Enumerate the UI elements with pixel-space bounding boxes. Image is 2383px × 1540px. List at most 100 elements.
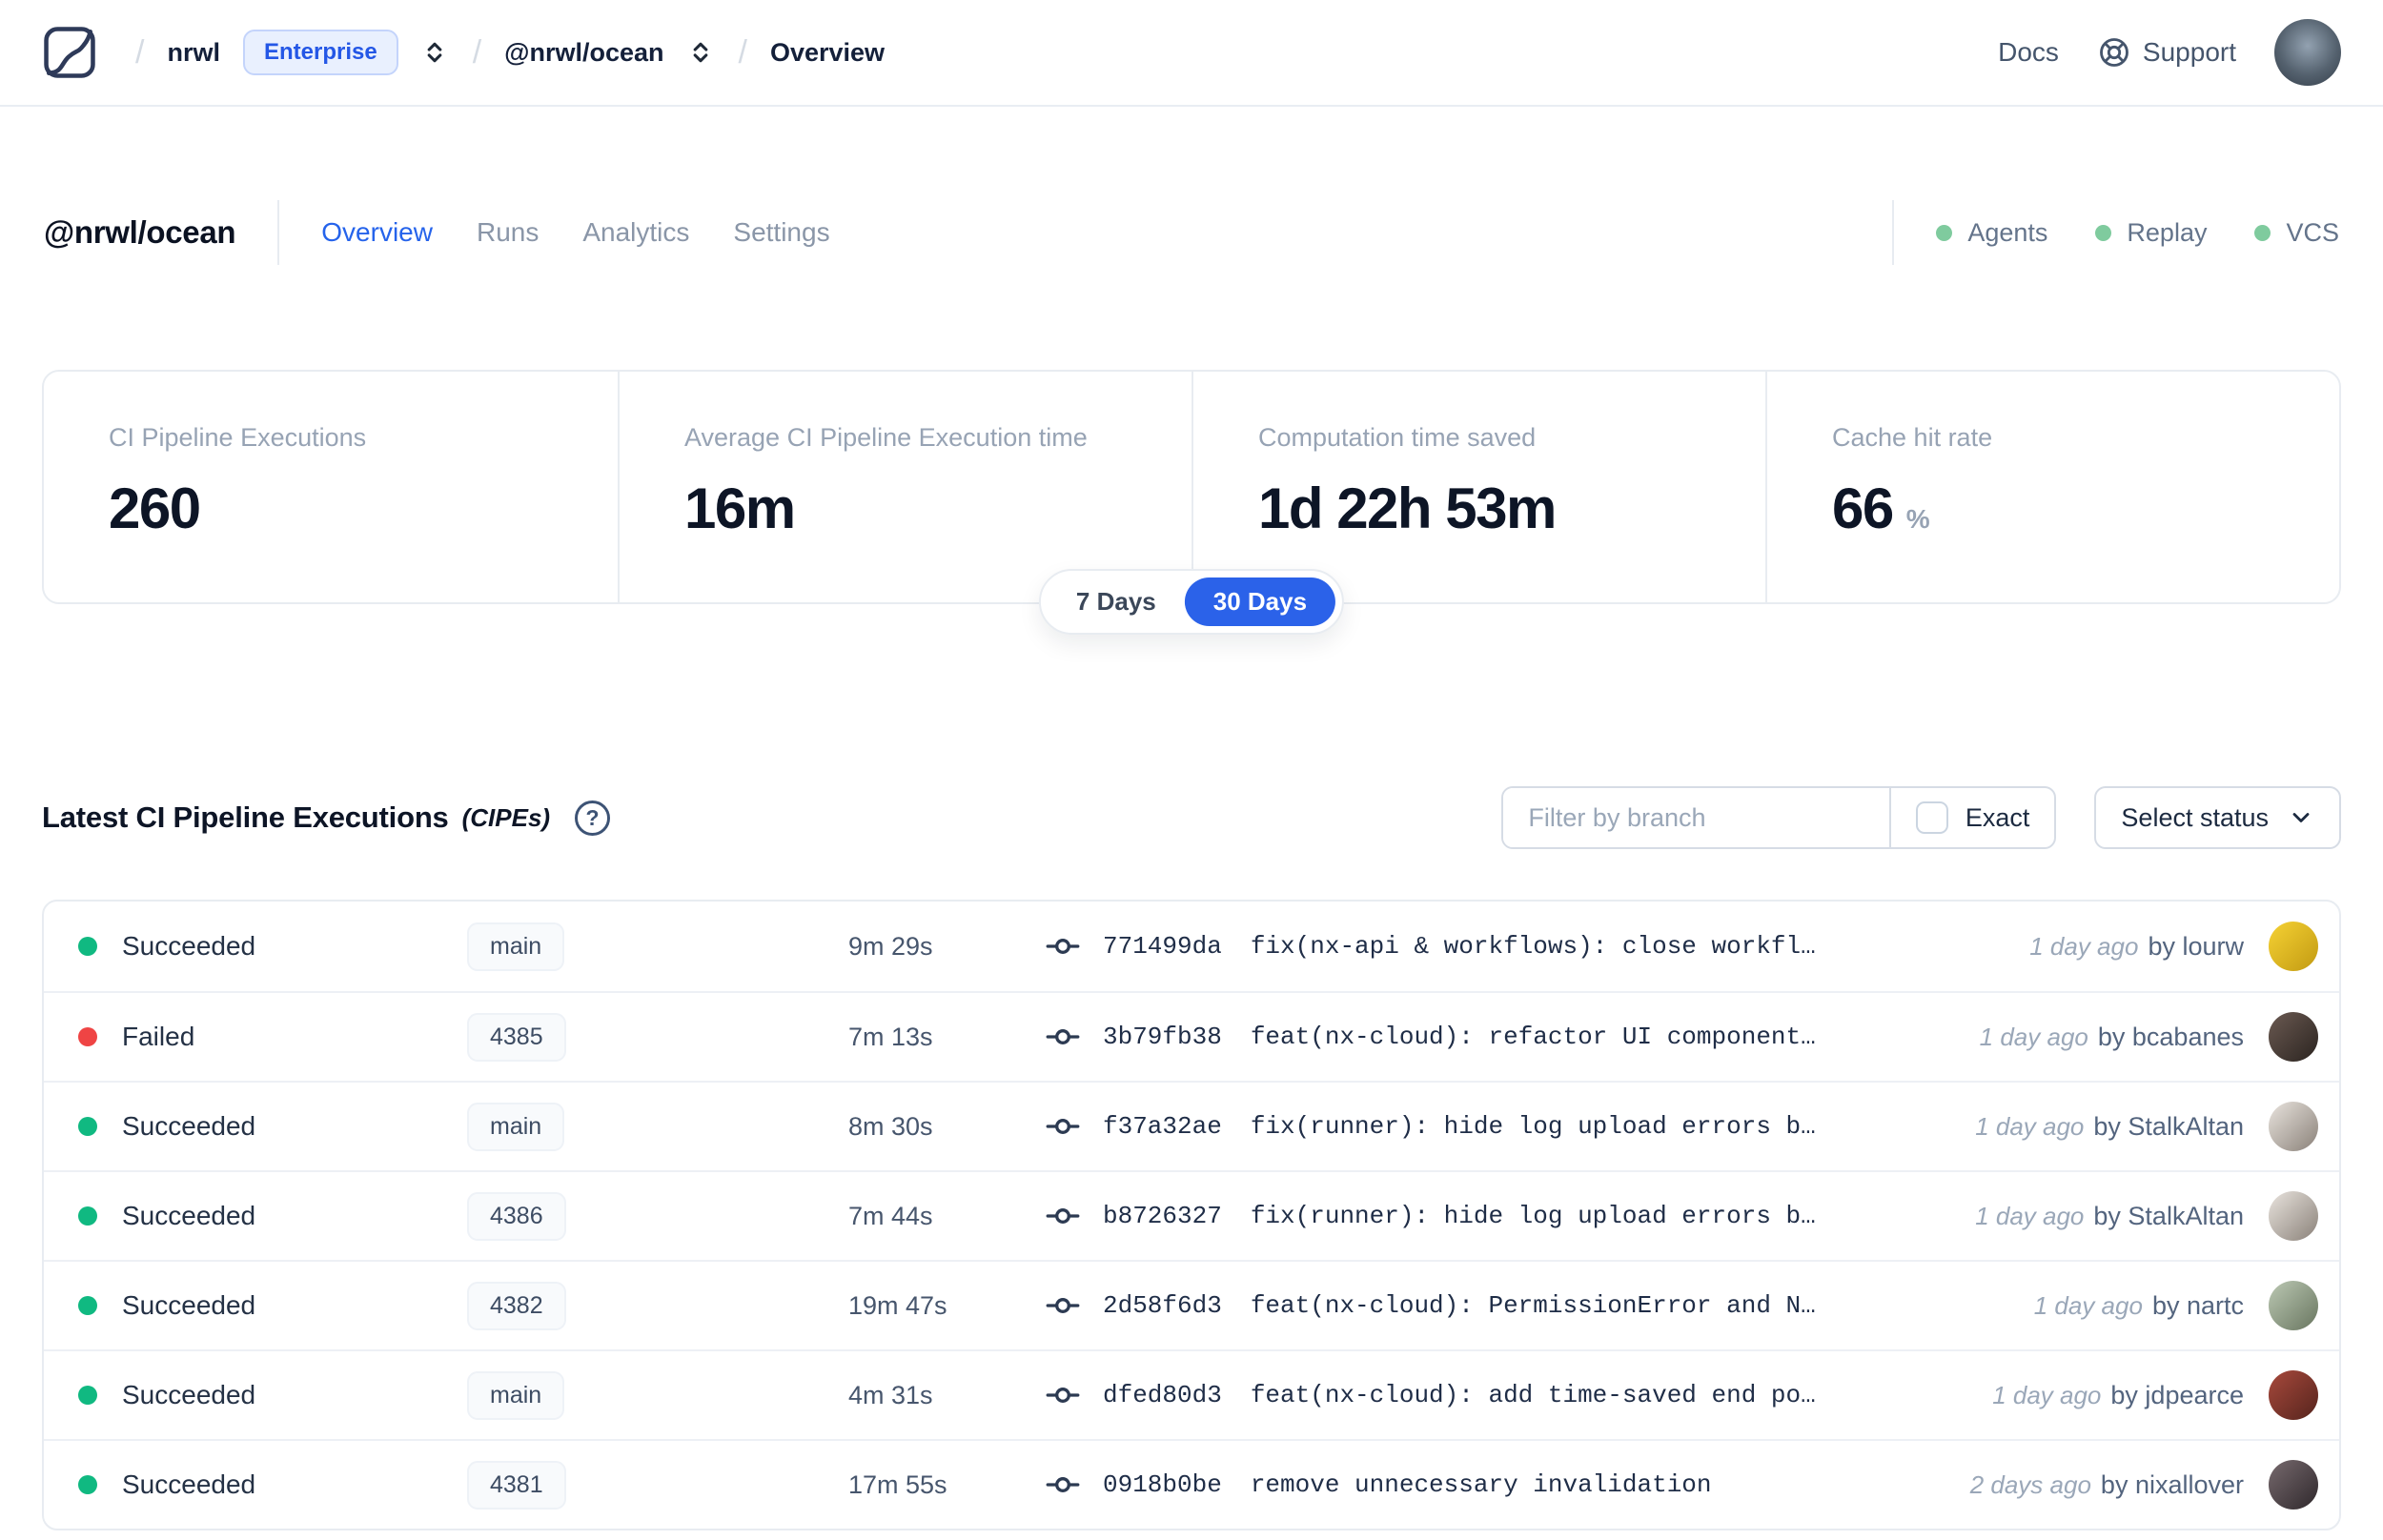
- workspace-switcher-chevrons-icon[interactable]: [687, 36, 716, 69]
- run-time-ago: 1 day ago: [1975, 1201, 2085, 1230]
- branch-badge[interactable]: 4381: [467, 1460, 566, 1510]
- branch-badge[interactable]: main: [467, 1370, 565, 1420]
- cipe-table-row[interactable]: Failed 4385 7m 13s 3b79fb38 feat(nx-clou…: [44, 991, 2339, 1081]
- nx-cloud-logo-icon[interactable]: [42, 25, 97, 80]
- chevron-down-icon: [2292, 813, 2310, 822]
- stat-ci-pipeline-executions: CI Pipeline Executions 260: [109, 423, 367, 540]
- commit-message: fix(runner): hide log upload errors b…: [1250, 1112, 1816, 1141]
- select-status-dropdown[interactable]: Select status: [2094, 786, 2341, 849]
- status-dot-icon: [2095, 224, 2112, 241]
- commit-message: fix(nx-api & workflows): close workfl…: [1250, 932, 1816, 961]
- author-avatar: [2269, 1102, 2318, 1151]
- git-commit-icon: [1046, 1109, 1080, 1144]
- commit-info[interactable]: 771499da fix(nx-api & workflows): close …: [1046, 929, 2029, 963]
- commit-message: fix(runner): hide log upload errors b…: [1250, 1202, 1816, 1230]
- run-author: by bcabanes: [2097, 1022, 2244, 1051]
- commit-message: feat(nx-cloud): refactor UI component…: [1250, 1023, 1816, 1051]
- commit-hash: 3b79fb38: [1103, 1023, 1222, 1051]
- run-status-dot-icon: [78, 1386, 97, 1405]
- run-duration: 19m 47s: [848, 1290, 947, 1320]
- run-status-label: Succeeded: [122, 1290, 256, 1320]
- commit-hash: 771499da: [1103, 932, 1222, 961]
- run-status-dot-icon: [78, 1117, 97, 1136]
- commit-hash: b8726327: [1103, 1202, 1222, 1230]
- author-avatar: [2269, 1281, 2318, 1330]
- service-vcs[interactable]: VCS: [2254, 218, 2339, 248]
- stat-computation-time-saved: Computation time saved 1d 22h 53m: [1192, 372, 1765, 602]
- commit-hash: dfed80d3: [1103, 1381, 1222, 1409]
- branch-filter-input[interactable]: [1503, 788, 1889, 847]
- author-avatar: [2269, 1191, 2318, 1241]
- support-label: Support: [2142, 37, 2236, 67]
- range-7-days-button[interactable]: 7 Days: [1048, 578, 1185, 626]
- tab-runs[interactable]: Runs: [477, 217, 539, 248]
- cipe-table-row[interactable]: Succeeded main 4m 31s dfed80d3 feat(nx-c…: [44, 1349, 2339, 1439]
- exact-match-option: Exact: [1888, 788, 2055, 847]
- user-avatar[interactable]: [2274, 19, 2341, 86]
- run-duration: 8m 30s: [848, 1111, 933, 1141]
- docs-link[interactable]: Docs: [1998, 37, 2059, 68]
- exact-checkbox[interactable]: [1915, 801, 1948, 834]
- branch-badge[interactable]: 4386: [467, 1191, 566, 1241]
- service-replay[interactable]: Replay: [2095, 218, 2207, 248]
- commit-info[interactable]: 3b79fb38 feat(nx-cloud): refactor UI com…: [1046, 1020, 1980, 1054]
- breadcrumb: / nrwl Enterprise / @nrwl/ocean / Overvi…: [135, 30, 885, 75]
- git-commit-icon: [1046, 1020, 1080, 1054]
- top-navigation-bar: / nrwl Enterprise / @nrwl/ocean / Overvi…: [0, 0, 2383, 107]
- run-time-ago: 1 day ago: [2033, 1290, 2143, 1320]
- run-author: by nixallover: [2100, 1469, 2244, 1499]
- section-title: Latest CI Pipeline Executions: [42, 800, 449, 834]
- commit-message: remove unnecessary invalidation: [1250, 1470, 1712, 1499]
- workspace-tabs: Overview Runs Analytics Settings: [321, 217, 829, 248]
- cipe-table: Succeeded main 9m 29s 771499da fix(nx-ap…: [42, 900, 2341, 1530]
- run-author: by StalkAltan: [2093, 1201, 2244, 1230]
- run-time-ago: 1 day ago: [1979, 1022, 2088, 1051]
- branch-badge[interactable]: 4385: [467, 1012, 566, 1062]
- git-commit-icon: [1046, 1468, 1080, 1502]
- cipe-section-header: Latest CI Pipeline Executions (CIPEs) ? …: [42, 783, 2341, 852]
- cipe-table-row[interactable]: Succeeded 4386 7m 44s b8726327 fix(runne…: [44, 1170, 2339, 1260]
- service-agents[interactable]: Agents: [1936, 218, 2047, 248]
- tab-settings[interactable]: Settings: [733, 217, 829, 248]
- commit-hash: 0918b0be: [1103, 1470, 1222, 1499]
- run-duration: 7m 44s: [848, 1201, 933, 1230]
- commit-hash: 2d58f6d3: [1103, 1291, 1222, 1320]
- service-status-group: Agents Replay VCS: [1936, 218, 2339, 248]
- breadcrumb-org[interactable]: nrwl: [167, 38, 220, 68]
- git-commit-icon: [1046, 1199, 1080, 1233]
- cipe-table-row[interactable]: Succeeded main 8m 30s f37a32ae fix(runne…: [44, 1081, 2339, 1170]
- branch-badge[interactable]: main: [467, 922, 565, 971]
- breadcrumb-workspace[interactable]: @nrwl/ocean: [504, 38, 663, 68]
- run-duration: 7m 13s: [848, 1022, 933, 1051]
- author-avatar: [2269, 922, 2318, 971]
- tab-overview[interactable]: Overview: [321, 217, 433, 248]
- branch-badge[interactable]: 4382: [467, 1281, 566, 1330]
- support-link[interactable]: Support: [2097, 35, 2236, 70]
- run-status-label: Succeeded: [122, 1380, 256, 1409]
- run-status-label: Failed: [122, 1022, 195, 1051]
- range-30-days-button[interactable]: 30 Days: [1184, 578, 1336, 626]
- run-author: by jdpearce: [2110, 1380, 2244, 1409]
- page-title: @nrwl/ocean: [44, 214, 236, 250]
- branch-filter-group: Exact: [1501, 786, 2057, 849]
- stat-average-execution-time: Average CI Pipeline Execution time 16m: [618, 372, 1192, 602]
- enterprise-badge[interactable]: Enterprise: [242, 30, 398, 75]
- run-time-ago: 1 day ago: [1992, 1380, 2102, 1409]
- run-time-ago: 1 day ago: [1975, 1111, 2085, 1141]
- commit-info[interactable]: 2d58f6d3 feat(nx-cloud): PermissionError…: [1046, 1288, 2034, 1323]
- cipe-table-row[interactable]: Succeeded 4382 19m 47s 2d58f6d3 feat(nx-…: [44, 1260, 2339, 1349]
- org-switcher-chevrons-icon[interactable]: [421, 36, 450, 69]
- commit-info[interactable]: dfed80d3 feat(nx-cloud): add time-saved …: [1046, 1378, 1992, 1412]
- run-status-label: Succeeded: [122, 1201, 256, 1230]
- commit-info[interactable]: b8726327 fix(runner): hide log upload er…: [1046, 1199, 1975, 1233]
- git-commit-icon: [1046, 1288, 1080, 1323]
- tab-analytics[interactable]: Analytics: [582, 217, 689, 248]
- help-icon[interactable]: ?: [575, 800, 611, 836]
- commit-info[interactable]: f37a32ae fix(runner): hide log upload er…: [1046, 1109, 1975, 1144]
- cipe-table-row[interactable]: Succeeded 4381 17m 55s 0918b0be remove u…: [44, 1439, 2339, 1529]
- workspace-header: @nrwl/ocean Overview Runs Analytics Sett…: [0, 198, 2383, 267]
- cipe-table-row[interactable]: Succeeded main 9m 29s 771499da fix(nx-ap…: [44, 902, 2339, 991]
- branch-badge[interactable]: main: [467, 1102, 565, 1151]
- exact-label[interactable]: Exact: [1965, 803, 2030, 833]
- commit-info[interactable]: 0918b0be remove unnecessary invalidation: [1046, 1468, 1970, 1502]
